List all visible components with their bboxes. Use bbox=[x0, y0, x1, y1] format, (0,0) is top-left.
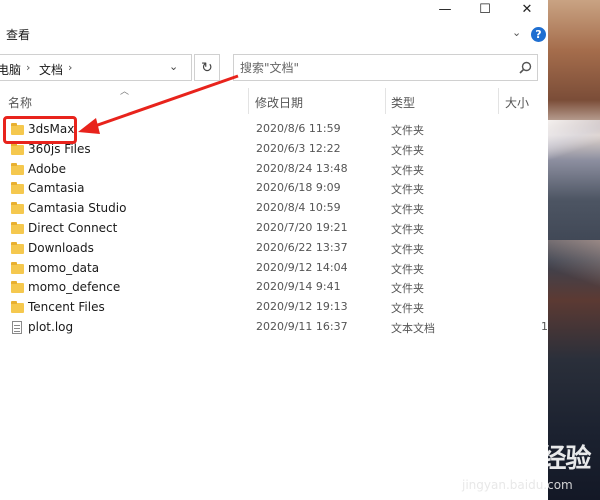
file-list-row[interactable]: 3dsMax 2020/8/6 11:59 文件夹 bbox=[0, 120, 548, 140]
folder-shape bbox=[11, 202, 24, 215]
wallpaper-ridge bbox=[548, 240, 600, 300]
folder-icon bbox=[11, 162, 24, 175]
file-type: 文本文档 bbox=[391, 322, 435, 335]
file-modified-date: 2020/8/4 10:59 bbox=[256, 201, 341, 215]
file-type: 文件夹 bbox=[391, 163, 424, 177]
file-name: momo_data bbox=[28, 260, 100, 275]
breadcrumb-separator-icon[interactable]: › bbox=[26, 61, 30, 74]
maximize-button[interactable]: ☐ bbox=[465, 0, 505, 18]
folder-icon bbox=[11, 182, 24, 195]
file-list-row[interactable]: Adobe 2020/8/24 13:48 文件夹 bbox=[0, 160, 548, 180]
file-modified-date: 2020/7/20 19:21 bbox=[256, 221, 348, 234]
address-bar[interactable]: 电脑 › 文档 › ⌄ bbox=[0, 54, 192, 81]
folder-icon bbox=[11, 222, 24, 234]
file-name: Tencent Files bbox=[28, 300, 105, 315]
file-list-row[interactable]: Camtasia Studio 2020/8/4 10:59 文件夹 bbox=[0, 199, 548, 219]
file-size: 1 bbox=[541, 320, 548, 333]
breadcrumb-documents[interactable]: 文档 bbox=[39, 61, 63, 78]
chevron-down-icon[interactable]: ⌄ bbox=[169, 60, 178, 73]
file-type: 文件夹 bbox=[391, 143, 424, 157]
file-shape bbox=[12, 321, 22, 334]
watermark-url: jingyan.baidu.com bbox=[462, 478, 573, 492]
folder-shape bbox=[11, 142, 24, 155]
file-modified-date: 2020/6/3 12:22 bbox=[256, 141, 341, 155]
file-list-row[interactable]: momo_data 2020/9/12 14:04 文件夹 bbox=[0, 259, 548, 279]
column-header-modified[interactable]: 修改日期 bbox=[255, 94, 303, 111]
search-input[interactable] bbox=[240, 59, 510, 76]
column-header-name[interactable]: 名称 bbox=[8, 94, 32, 111]
breadcrumb-pc[interactable]: 电脑 bbox=[0, 61, 21, 78]
file-type: 文件夹 bbox=[391, 203, 424, 217]
minimize-button[interactable]: — bbox=[425, 0, 465, 18]
file-type: 文件夹 bbox=[391, 223, 424, 236]
folder-shape bbox=[11, 241, 24, 254]
folder-icon bbox=[11, 202, 24, 215]
refresh-button[interactable]: ↻ bbox=[194, 54, 220, 81]
folder-shape bbox=[11, 301, 24, 314]
file-list-row[interactable]: momo_defence 2020/9/14 9:41 文件夹 bbox=[0, 278, 548, 298]
file-modified-date: 2020/6/22 13:37 bbox=[256, 240, 348, 254]
file-modified-date: 2020/8/6 11:59 bbox=[256, 122, 341, 135]
watermark-logo: Baidu经验 bbox=[462, 444, 591, 474]
column-divider[interactable] bbox=[248, 88, 249, 114]
file-type: 文件夹 bbox=[391, 183, 424, 197]
folder-icon bbox=[11, 142, 24, 155]
watermark: Baidu经验 jingyan.baidu.com bbox=[462, 438, 600, 500]
file-type: 文件夹 bbox=[391, 302, 424, 316]
file-name: Downloads bbox=[28, 240, 94, 255]
column-header-type[interactable]: 类型 bbox=[391, 94, 415, 111]
close-button[interactable]: ✕ bbox=[507, 0, 547, 18]
file-name: Direct Connect bbox=[28, 221, 118, 235]
file-list-row[interactable]: Tencent Files 2020/9/12 19:13 文件夹 bbox=[0, 298, 548, 318]
file-modified-date: 2020/9/12 14:04 bbox=[256, 260, 348, 274]
folder-icon bbox=[11, 301, 24, 314]
file-type: 文件夹 bbox=[391, 262, 424, 276]
column-divider[interactable] bbox=[385, 88, 386, 114]
file-list-row[interactable]: plot.log 2020/9/11 16:37 文本文档 1 bbox=[0, 318, 548, 338]
column-divider[interactable] bbox=[498, 88, 499, 114]
file-list-row[interactable]: 360js Files 2020/6/3 12:22 文件夹 bbox=[0, 140, 548, 160]
file-list-row[interactable]: Direct Connect 2020/7/20 19:21 文件夹 bbox=[0, 219, 548, 239]
help-icon[interactable]: ? bbox=[531, 27, 546, 42]
folder-shape bbox=[11, 162, 24, 175]
folder-shape bbox=[11, 281, 24, 294]
column-header-size[interactable]: 大小 bbox=[505, 94, 529, 111]
folder-icon bbox=[11, 261, 24, 274]
file-name: momo_defence bbox=[28, 280, 121, 295]
search-icon[interactable] bbox=[517, 60, 533, 76]
wallpaper-snow-peak bbox=[548, 120, 600, 160]
file-list-row[interactable]: Downloads 2020/6/22 13:37 文件夹 bbox=[0, 239, 548, 259]
file-modified-date: 2020/9/14 9:41 bbox=[256, 280, 341, 294]
folder-shape bbox=[11, 261, 24, 274]
file-name: Adobe bbox=[28, 161, 66, 176]
folder-icon bbox=[11, 281, 24, 294]
folder-shape bbox=[11, 182, 24, 195]
file-name: Camtasia bbox=[28, 181, 85, 196]
ribbon-tab-view[interactable]: 查看 bbox=[6, 26, 30, 43]
search-box[interactable] bbox=[233, 54, 538, 81]
file-type: 文件夹 bbox=[391, 282, 424, 296]
sort-up-icon: ︿ bbox=[120, 87, 130, 97]
folder-shape bbox=[11, 222, 24, 234]
desktop-wallpaper bbox=[548, 0, 600, 500]
file-type: 文件夹 bbox=[391, 242, 424, 256]
annotation-highlight-box bbox=[3, 116, 77, 144]
file-list-row[interactable]: Camtasia 2020/6/18 9:09 文件夹 bbox=[0, 179, 548, 199]
folder-icon bbox=[11, 241, 24, 254]
text-file-icon bbox=[11, 321, 24, 334]
file-modified-date: 2020/9/12 19:13 bbox=[256, 300, 348, 314]
file-modified-date: 2020/8/24 13:48 bbox=[256, 161, 348, 175]
file-name: Camtasia Studio bbox=[28, 201, 127, 216]
file-explorer-window: — ☐ ✕ 查看 ⌄ ? 电脑 › 文档 › ⌄ ↻ ︿ 名称 修改日期 类型 … bbox=[0, 0, 548, 500]
file-modified-date: 2020/6/18 9:09 bbox=[256, 181, 341, 195]
breadcrumb-separator-icon[interactable]: › bbox=[68, 61, 72, 74]
file-name: plot.log bbox=[28, 320, 74, 334]
chevron-down-icon[interactable]: ⌄ bbox=[512, 26, 521, 39]
refresh-icon: ↻ bbox=[201, 59, 213, 76]
file-modified-date: 2020/9/11 16:37 bbox=[256, 320, 348, 333]
file-type: 文件夹 bbox=[391, 124, 424, 137]
